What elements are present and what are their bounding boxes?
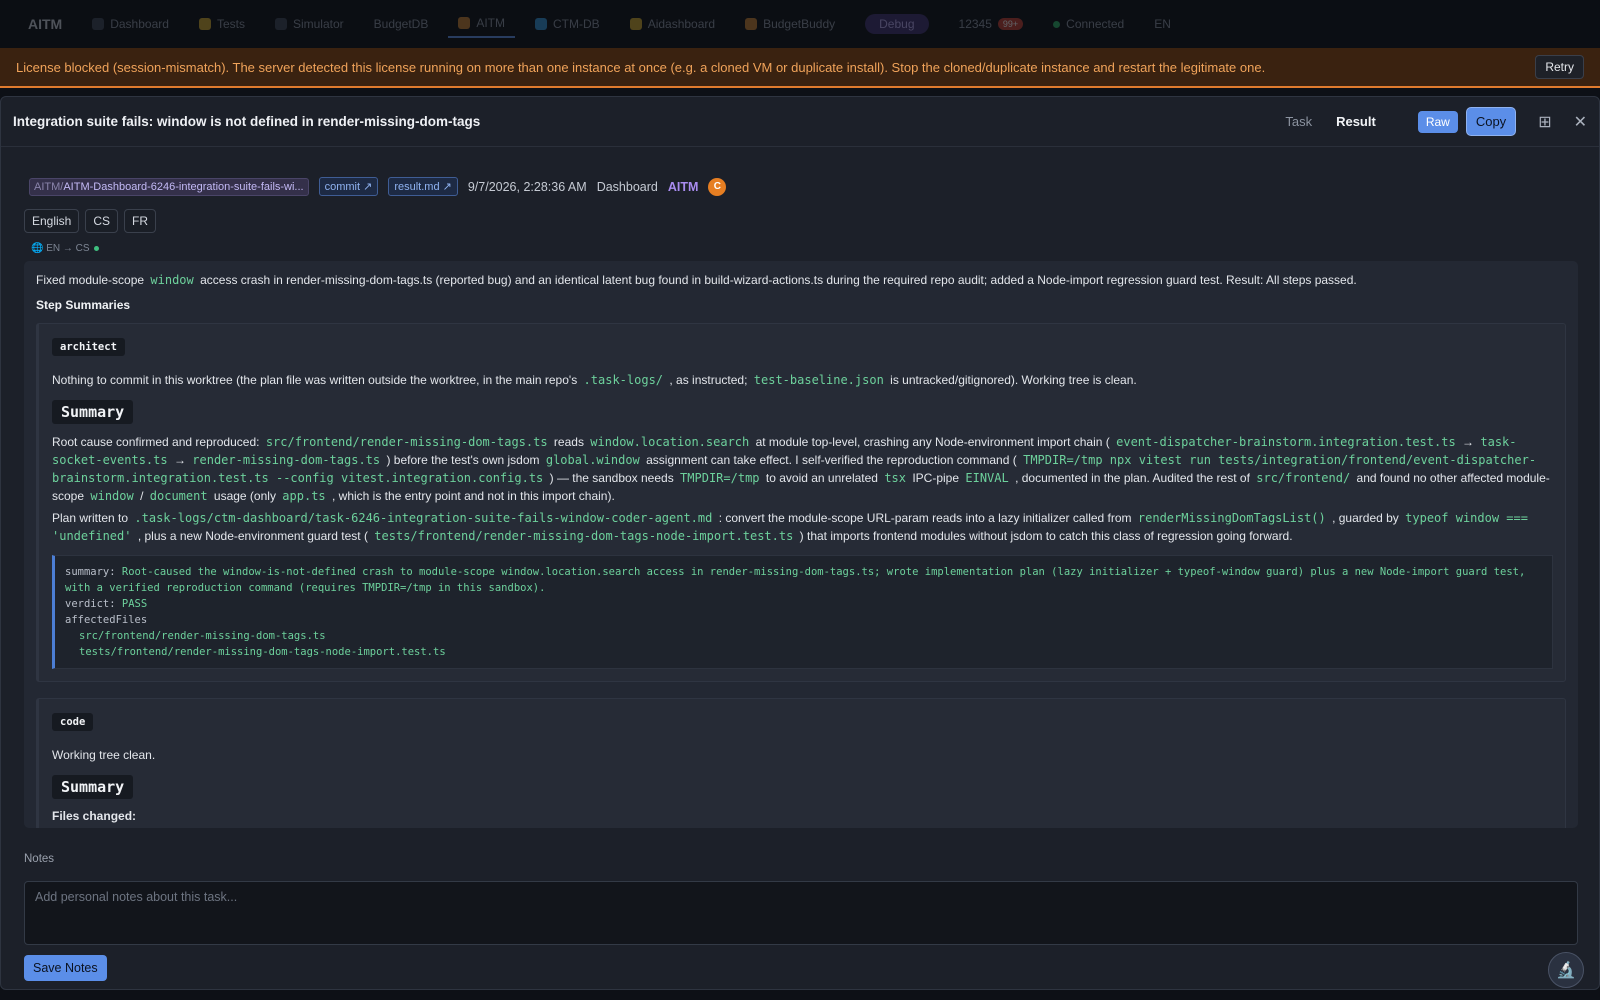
license-banner: License blocked (session-mismatch). The … <box>0 48 1600 88</box>
notes-label: Notes <box>24 853 55 865</box>
raw-button[interactable]: Raw <box>1417 110 1458 133</box>
nav-pill[interactable]: Debug <box>855 8 938 40</box>
commit-link[interactable]: commit ↗ <box>318 177 379 196</box>
language-switcher: English CS FR <box>24 209 157 233</box>
modal-title: Integration suite fails: window is not d… <box>13 114 481 129</box>
lang-cs-button[interactable]: CS <box>85 209 119 233</box>
copy-button[interactable]: Copy <box>1465 107 1517 136</box>
modal-header: Integration suite fails: window is not d… <box>1 97 1599 147</box>
section-label: Dashboard <box>596 179 658 194</box>
nav-icon <box>92 18 105 30</box>
save-notes-button[interactable]: Save Notes <box>24 955 107 981</box>
architect-plan: Plan written to .task-logs/ctm-dashboard… <box>52 511 1528 543</box>
yaml-file: src/frontend/render-missing-dom-tags.ts <box>79 630 326 642</box>
architect-commit-note: Nothing to commit in this worktree (the … <box>52 373 1137 387</box>
step-tag: architect <box>52 338 125 356</box>
summary-heading: Summary <box>52 775 134 799</box>
close-icon[interactable]: ✕ <box>1574 112 1587 132</box>
task-modal: Integration suite fails: window is not d… <box>0 96 1600 990</box>
notes-textarea[interactable] <box>24 881 1578 945</box>
nav-icon <box>629 18 642 30</box>
step-code: code Working tree clean. Summary Files c… <box>36 698 1566 828</box>
translation-status: 🌐 EN → CS <box>31 243 99 254</box>
architect-root-cause: Root cause confirmed and reproduced: src… <box>52 435 1550 503</box>
worktree-path-chip[interactable]: AITM/AITM-Dashboard-6246-integration-sui… <box>29 177 309 196</box>
step-tag: code <box>52 713 94 731</box>
nav-item-active[interactable]: AITM <box>448 10 516 38</box>
nav-icon <box>198 18 211 30</box>
microscope-icon[interactable]: 🔬 <box>1548 952 1584 988</box>
grid-icon[interactable]: ⊞ <box>1538 112 1551 132</box>
nav-icon <box>535 18 548 30</box>
status-dot <box>1053 20 1061 28</box>
nav-connection: Connected <box>1043 11 1134 37</box>
timestamp: 9/7/2026, 2:28:36 AM <box>467 179 587 194</box>
yaml-verdict: verdict: PASS <box>65 598 148 610</box>
top-navigation: AITM Dashboard Tests Simulator BudgetDB … <box>0 0 1600 48</box>
banner-message: License blocked (session-mismatch). The … <box>16 59 1266 75</box>
result-md-link[interactable]: result.md ↗ <box>388 177 458 196</box>
retry-button[interactable]: Retry <box>1535 55 1584 79</box>
translation-status-dot <box>93 246 99 251</box>
nav-item[interactable]: Simulator <box>265 11 354 37</box>
nav-icon <box>745 18 758 30</box>
project-label: AITM <box>667 179 699 194</box>
yaml-affected-files-key: affectedFiles <box>65 614 148 626</box>
yaml-file: tests/frontend/render-missing-dom-tags-n… <box>79 646 446 658</box>
notification-badge: 99+ <box>997 18 1024 30</box>
step-architect: architect Nothing to commit in this work… <box>36 323 1566 682</box>
nav-item[interactable]: Dashboard <box>82 11 179 37</box>
nav-item[interactable]: BudgetDB <box>364 11 439 37</box>
nav-account[interactable]: EN <box>1144 11 1181 37</box>
nav-item[interactable]: Tests <box>189 11 255 37</box>
lang-fr-button[interactable]: FR <box>124 209 157 233</box>
architect-yaml-block: summary: Root-caused the window-is-not-d… <box>52 555 1553 669</box>
code-step-note: Working tree clean. <box>52 748 156 762</box>
result-content[interactable]: Fixed module-scope window access crash i… <box>24 261 1578 828</box>
lang-english-button[interactable]: English <box>24 209 80 233</box>
step-summaries-heading: Step Summaries <box>36 298 131 312</box>
yaml-summary: summary: Root-caused the window-is-not-d… <box>65 566 1526 594</box>
nav-item[interactable]: Aidashboard <box>620 11 725 37</box>
nav-item[interactable]: CTM-DB <box>525 11 610 37</box>
summary-heading: Summary <box>52 400 134 424</box>
tab-result[interactable]: Result <box>1324 108 1388 135</box>
nav-item[interactable]: BudgetBuddy <box>735 11 845 37</box>
avatar: C <box>708 177 727 196</box>
files-changed-heading: Files changed: <box>52 809 137 823</box>
nav-stats: 12345 99+ <box>949 11 1034 37</box>
nav-icon <box>458 17 471 29</box>
nav-icon <box>274 18 287 30</box>
result-intro: Fixed module-scope window access crash i… <box>36 273 1357 287</box>
task-meta: AITM/AITM-Dashboard-6246-integration-sui… <box>29 177 727 196</box>
tab-task[interactable]: Task <box>1273 108 1324 135</box>
nav-logo[interactable]: AITM <box>18 10 72 38</box>
